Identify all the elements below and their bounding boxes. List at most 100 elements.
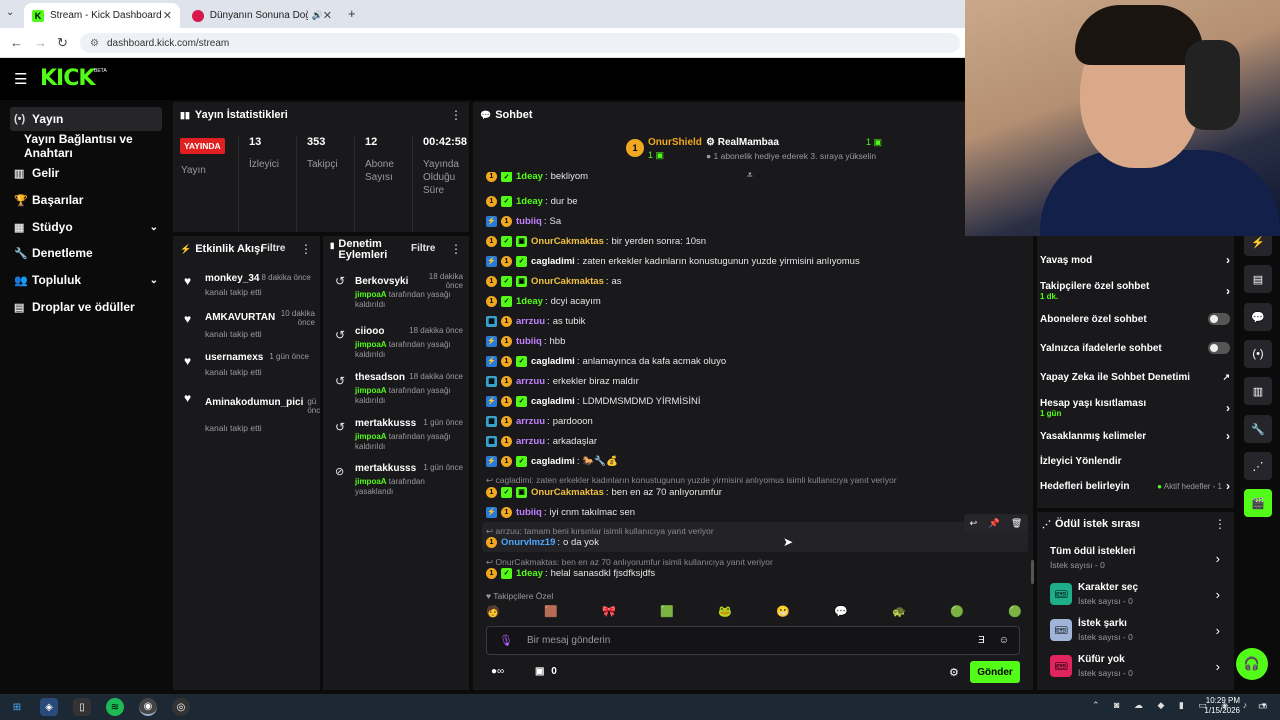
new-tab-button[interactable]: + bbox=[348, 6, 356, 21]
slow-mode-row[interactable]: Yavaş mod › bbox=[1040, 249, 1230, 271]
forward-icon[interactable]: → bbox=[34, 35, 47, 50]
clock[interactable]: 10:29 PM 1/15/2026 bbox=[1200, 696, 1240, 716]
quick-action-clip[interactable]: 🎬 bbox=[1244, 489, 1272, 517]
chat-message[interactable]: ⚡ 1 ✓ cagladimi: anlamayınca da kafa acmak o… bbox=[486, 352, 726, 370]
trash-icon[interactable]: 🗑 bbox=[1011, 518, 1022, 529]
chat-message[interactable]: ⚡ 1 tubiiq: iyi cnm takılmac sen bbox=[486, 503, 635, 521]
tray-icons[interactable]: ⌃ ◙ ☁ ◆ ▮ ▭ ◈ ♪ ▾ bbox=[1092, 700, 1272, 711]
sidebar-item-basarilar[interactable]: 🏆 Başarılar bbox=[10, 188, 162, 212]
spotify-icon[interactable]: ≋ bbox=[106, 698, 124, 716]
mod-user[interactable]: mertakkusss bbox=[355, 463, 416, 474]
reward-item[interactable]: Tüm ödül istekleri İstek sayısı - 0 › bbox=[1050, 541, 1220, 575]
notification-icon[interactable]: ▭ bbox=[1258, 701, 1267, 712]
emote-icon[interactable]: 🐸 bbox=[718, 605, 732, 621]
chat-username[interactable]: arrzuu bbox=[516, 416, 545, 427]
mic-icon[interactable]: 🎙 bbox=[499, 634, 513, 647]
chat-message[interactable]: ⚡ 1 ✓ cagladimi: LDMDMSMDMD YİRMİSİNİ bbox=[486, 392, 701, 410]
chat-username[interactable]: OnurCakmaktas bbox=[531, 236, 604, 247]
emote-icon[interactable]: 🟢 bbox=[1008, 605, 1022, 621]
ai-moderation-row[interactable]: Yapay Zeka ile Sohbet Denetimi ↗ bbox=[1040, 366, 1230, 388]
sidebar-item-studyo[interactable]: ▦ Stüdyo ⌄ bbox=[10, 215, 162, 239]
chat-username[interactable]: arrzuu bbox=[516, 376, 545, 387]
emote-icon[interactable]: 🟢 bbox=[950, 605, 964, 621]
leader-user-2-row[interactable]: ⚙ RealMambaa bbox=[706, 137, 779, 148]
chat-username[interactable]: 1deay bbox=[516, 172, 543, 182]
chat-message[interactable]: ▦ 1 arrzuu: as tubik bbox=[486, 312, 585, 330]
chat-username[interactable]: 1deay bbox=[516, 296, 543, 307]
rewards-menu-icon[interactable]: ⋮ bbox=[1214, 517, 1226, 531]
points-icon[interactable]: ●∞ bbox=[491, 666, 504, 677]
url-input[interactable]: ⚙ dashboard.kick.com/stream bbox=[80, 33, 960, 53]
app-icon[interactable]: ▯ bbox=[73, 698, 91, 716]
chat-message[interactable]: 1 ✓ 1deay: bekliyom bbox=[486, 172, 588, 182]
quick-action-mod[interactable]: 🔧 bbox=[1244, 415, 1272, 443]
activity-user[interactable]: usernamexs bbox=[205, 352, 263, 363]
reward-item[interactable]: 🎟 Karakter seç İstek sayısı - 0 › bbox=[1050, 577, 1220, 611]
chat-username[interactable]: 1deay bbox=[516, 196, 543, 207]
chat-username[interactable]: OnurCakmaktas bbox=[531, 487, 604, 498]
chat-message[interactable]: 1 ✓ 1deay: dur be bbox=[486, 192, 578, 210]
followers-only-row[interactable]: Takipçilere özel sohbet 1 dk. › bbox=[1040, 278, 1230, 304]
chat-username[interactable]: tubiiq bbox=[516, 336, 542, 347]
sidebar-item-droplar[interactable]: ▤ Droplar ve ödüller bbox=[10, 295, 162, 319]
emoji-icon[interactable]: ☺ bbox=[999, 635, 1009, 646]
chrome-icon[interactable]: ◉ bbox=[139, 698, 157, 716]
quick-action-connect[interactable]: ⋰ bbox=[1244, 452, 1272, 480]
close-icon[interactable]: ✕ bbox=[163, 9, 172, 22]
chat-scrollbar[interactable] bbox=[1031, 560, 1034, 584]
site-info-icon[interactable]: ⚙ bbox=[90, 38, 99, 49]
support-chat-button[interactable]: 🎧 bbox=[1236, 648, 1268, 680]
mod-user[interactable]: Berkovsyki bbox=[355, 276, 408, 290]
raid-row[interactable]: İzleyici Yönlendir bbox=[1040, 450, 1230, 472]
chat-message[interactable]: 1 ✓ 1deay: helal sanasdkl fjsdfksjdfs bbox=[486, 564, 655, 582]
emote-icon[interactable]: 💬 bbox=[834, 605, 848, 621]
reward-item[interactable]: 🎟 İstek şarkı İstek sayısı - 0 › bbox=[1050, 613, 1220, 647]
mod-user[interactable]: mertakkusss bbox=[355, 418, 416, 429]
chat-message[interactable]: ⚡ 1 ✓ cagladimi: 🐎🔧💰 bbox=[486, 452, 618, 470]
moderation-menu-icon[interactable]: ⋮ bbox=[450, 242, 462, 256]
sidebar-item-gelir[interactable]: ▥ Gelir bbox=[10, 161, 162, 185]
sidebar-item-denetleme[interactable]: 🔧 Denetleme bbox=[10, 241, 162, 265]
emote-icon[interactable]: 🐢 bbox=[892, 605, 906, 621]
windows-start-icon[interactable]: ⊞ bbox=[8, 698, 26, 716]
chat-message[interactable]: 1 OnurvImz19: o da yok bbox=[486, 533, 599, 551]
close-icon[interactable]: ✕ bbox=[323, 9, 332, 22]
pin-icon[interactable]: 📌 bbox=[988, 518, 999, 529]
chat-username[interactable]: tubiiq bbox=[516, 507, 542, 518]
chat-username[interactable]: tubiiq bbox=[516, 216, 542, 227]
chat-message[interactable]: 1 ✓ ▣ OnurCakmaktas: as bbox=[486, 272, 622, 290]
moderation-filter-button[interactable]: Filtre bbox=[411, 243, 435, 254]
chat-message[interactable]: 1 ✓ 1deay: dcyi acayım bbox=[486, 292, 601, 310]
chat-message[interactable]: ▦ 1 arrzuu: arkadaşlar bbox=[486, 432, 597, 450]
app-icon[interactable]: ◈ bbox=[40, 698, 58, 716]
emote-icon[interactable]: 😬 bbox=[776, 605, 790, 621]
mod-actor[interactable]: jimpoaA bbox=[355, 432, 387, 441]
chat-username[interactable]: OnurvImz19 bbox=[501, 537, 555, 548]
chat-message[interactable]: 1 ✓ ▣ OnurCakmaktas: bir yerden sonra: 10sn bbox=[486, 232, 706, 250]
quick-action-chat[interactable]: 💬 bbox=[1244, 303, 1272, 331]
activity-filter-button[interactable]: Filtre bbox=[261, 243, 285, 254]
activity-user[interactable]: monkey_34 bbox=[205, 273, 259, 284]
emote-icon[interactable]: 🟩 bbox=[660, 605, 674, 621]
chat-username[interactable]: cagladimi bbox=[531, 256, 575, 267]
chat-username[interactable]: cagladimi bbox=[531, 356, 575, 367]
emote-icon[interactable]: 🟫 bbox=[544, 605, 558, 621]
mod-user[interactable]: thesadson bbox=[355, 372, 405, 383]
chat-input[interactable]: 🎙 Bir mesaj gönderin Ǝ ☺ bbox=[486, 626, 1020, 655]
menu-icon[interactable]: ☰ bbox=[14, 70, 27, 88]
tab-music[interactable]: Dünyanın Sonuna Doğmuş 🔊 ✕ bbox=[184, 3, 340, 28]
activity-menu-icon[interactable]: ⋮ bbox=[300, 242, 312, 256]
tab-kick-dashboard[interactable]: K Stream - Kick Dashboard ✕ bbox=[24, 3, 180, 28]
chat-username[interactable]: 1deay bbox=[516, 568, 543, 579]
reload-icon[interactable]: ↻ bbox=[57, 35, 68, 51]
quick-action-layout[interactable]: ▥ bbox=[1244, 377, 1272, 405]
reply-icon[interactable]: ↩ bbox=[970, 518, 978, 529]
mod-actor[interactable]: jimpoaA bbox=[355, 340, 387, 349]
emote-icon[interactable]: 🧑 bbox=[486, 605, 500, 621]
goals-row[interactable]: Hedefleri belirleyin ● Aktif hedefler - 1… bbox=[1040, 475, 1230, 497]
quick-action-live[interactable]: (•) bbox=[1244, 340, 1272, 368]
mod-user[interactable]: ciiooo bbox=[355, 326, 384, 337]
speaker-icon[interactable]: 🔊 bbox=[312, 10, 323, 21]
banned-words-row[interactable]: Yasaklanmış kelimeler › bbox=[1040, 425, 1230, 447]
drops-counter[interactable]: ▣ 0 bbox=[535, 666, 557, 677]
